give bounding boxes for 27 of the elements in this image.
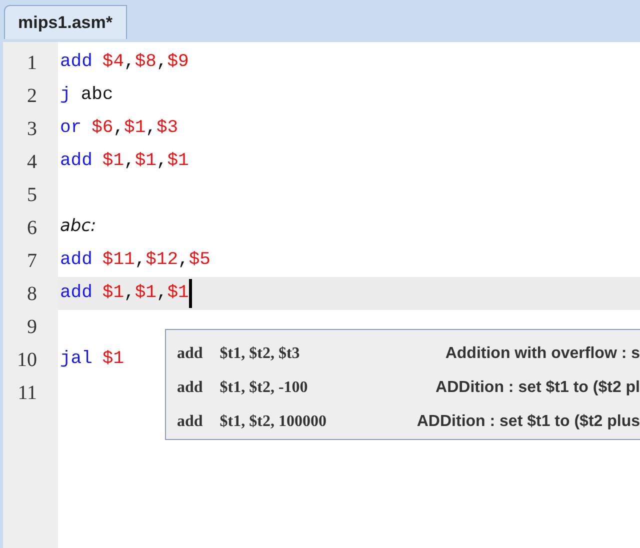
instruction-syntax[interactable]: add $t1, $t2, $t3 bbox=[177, 342, 300, 366]
code-line: or $6,$1,$3 bbox=[60, 117, 178, 140]
code-line: add $1,$1,$1 bbox=[60, 282, 189, 305]
line-number: 3 bbox=[26, 116, 37, 142]
line-number: 6 bbox=[26, 216, 37, 240]
code-line: abc: bbox=[60, 215, 96, 238]
instruction-description: Addition with overflow : s bbox=[445, 344, 640, 364]
instruction-description: ADDition : set $t1 to ($t2 plus bbox=[416, 412, 640, 432]
line-number: 11 bbox=[16, 380, 37, 406]
code-line: add $11,$12,$5 bbox=[60, 249, 210, 272]
code-line: add $1,$1,$1 bbox=[60, 150, 189, 173]
line-number: 2 bbox=[26, 84, 37, 108]
line-number: 4 bbox=[26, 150, 37, 174]
instruction-description: ADDition : set $t1 to ($t2 pl bbox=[436, 378, 640, 398]
instruction-syntax[interactable]: add $t1, $t2, 100000 bbox=[177, 410, 326, 434]
code-line: j abc bbox=[60, 84, 114, 107]
file-tab[interactable]: mips1.asm* bbox=[4, 5, 126, 39]
line-number: 1 bbox=[26, 50, 37, 76]
line-number: 10 bbox=[16, 348, 37, 372]
line-number: 7 bbox=[26, 248, 37, 274]
text-cursor bbox=[188, 279, 192, 308]
instruction-syntax[interactable]: add $t1, $t2, -100 bbox=[177, 376, 308, 400]
code-line: jal $1 bbox=[60, 348, 124, 371]
line-number: 5 bbox=[26, 182, 37, 208]
line-number: 9 bbox=[26, 314, 37, 340]
code-line: add $4,$8,$9 bbox=[60, 51, 189, 74]
line-number: 8 bbox=[26, 282, 37, 306]
